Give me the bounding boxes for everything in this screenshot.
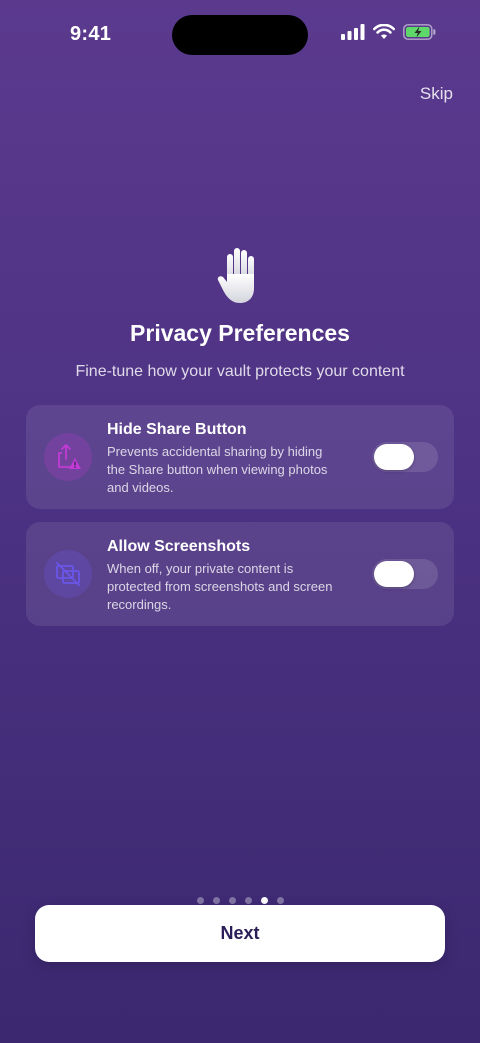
battery-charging-icon xyxy=(403,24,436,40)
raised-hand-icon xyxy=(217,248,254,303)
status-time: 9:41 xyxy=(70,23,112,45)
share-warning-icon xyxy=(58,444,81,469)
status-bar: 9:41 xyxy=(0,0,480,70)
page-title: Privacy Preferences xyxy=(130,320,350,346)
setting-description: When off, your private content is protec… xyxy=(107,561,333,612)
setting-card-hide-share: Hide Share Button Prevents accidental sh… xyxy=(26,405,454,509)
page-dot xyxy=(244,897,252,904)
toggle-knob xyxy=(374,561,414,587)
page-dot-active xyxy=(260,897,268,904)
page-dot xyxy=(276,897,284,904)
page-dot xyxy=(196,897,204,904)
wifi-icon xyxy=(373,24,395,39)
hide-share-toggle[interactable] xyxy=(372,442,438,472)
setting-title: Hide Share Button xyxy=(107,421,247,438)
signal-icon xyxy=(341,24,365,40)
setting-card-allow-screenshots: Allow Screenshots When off, your private… xyxy=(26,522,454,626)
screenshot-blocked-icon xyxy=(56,562,80,586)
status-icons xyxy=(341,24,436,40)
page-indicator xyxy=(0,897,480,904)
page-dot xyxy=(228,897,236,904)
skip-button[interactable]: Skip xyxy=(420,84,453,104)
next-button[interactable]: Next xyxy=(35,905,445,962)
page-subtitle: Fine-tune how your vault protects your c… xyxy=(75,363,405,380)
setting-icon-circle xyxy=(44,433,92,481)
toggle-knob xyxy=(374,444,414,470)
allow-screenshots-toggle[interactable] xyxy=(372,559,438,589)
setting-description: Prevents accidental sharing by hiding th… xyxy=(107,444,328,495)
setting-title: Allow Screenshots xyxy=(107,538,251,555)
page-dot xyxy=(212,897,220,904)
setting-icon-circle xyxy=(44,550,92,598)
dynamic-island xyxy=(172,15,308,55)
